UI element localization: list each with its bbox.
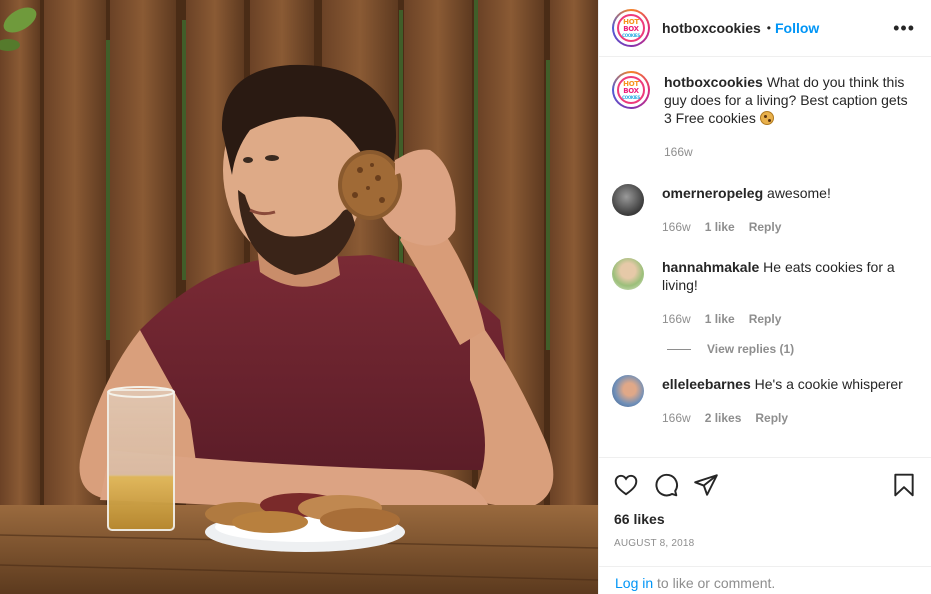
follow-button[interactable]: Follow bbox=[775, 20, 819, 36]
commenter-avatar[interactable] bbox=[612, 258, 644, 290]
view-replies-line bbox=[667, 348, 691, 350]
login-prompt-text: to like or comment. bbox=[653, 575, 776, 591]
caption: HOT BOX COOKIES hotboxcookies What do yo… bbox=[612, 71, 915, 161]
avatar-ring-inner: HOT BOX COOKIES bbox=[614, 73, 648, 107]
view-replies-label: View replies (1) bbox=[707, 342, 795, 356]
comment-meta: 166w 2 likes Reply bbox=[662, 409, 915, 427]
logo-text-box: BOX bbox=[623, 24, 639, 33]
login-link[interactable]: Log in bbox=[615, 575, 653, 591]
hotbox-logo: HOT BOX COOKIES bbox=[617, 14, 645, 42]
comment-item: omerneropeleg awesome! 166w 1 like Reply bbox=[612, 184, 915, 236]
separator-dot: • bbox=[766, 21, 771, 35]
comment-username[interactable]: elleleebarnes bbox=[662, 376, 751, 392]
comment-username[interactable]: hannahmakale bbox=[662, 259, 759, 275]
reply-button[interactable]: Reply bbox=[749, 218, 782, 236]
post-photo[interactable] bbox=[0, 0, 598, 594]
comments-list[interactable]: HOT BOX COOKIES hotboxcookies What do yo… bbox=[599, 57, 931, 455]
post-date[interactable]: AUGUST 8, 2018 bbox=[613, 538, 917, 549]
comment-meta: 166w 1 like Reply bbox=[662, 310, 915, 328]
hotbox-logo: HOT BOX COOKIES bbox=[617, 76, 645, 104]
comment-time[interactable]: 166w bbox=[662, 310, 691, 328]
post-username[interactable]: hotboxcookies bbox=[662, 20, 761, 36]
post-photo-illustration bbox=[0, 0, 598, 594]
comment-likes[interactable]: 1 like bbox=[705, 218, 735, 236]
logo-text-cookies: COOKIES bbox=[622, 94, 640, 100]
heart-icon[interactable] bbox=[613, 472, 639, 498]
logo-text-box: BOX bbox=[623, 86, 639, 95]
comment-likes[interactable]: 2 likes bbox=[705, 409, 742, 427]
post-header: HOT BOX COOKIES hotboxcookies • Follow •… bbox=[599, 0, 931, 57]
comment-likes[interactable]: 1 like bbox=[705, 310, 735, 328]
share-icon[interactable] bbox=[693, 472, 719, 498]
commenter-avatar[interactable] bbox=[612, 375, 644, 407]
post-actions: 66 likes AUGUST 8, 2018 bbox=[599, 457, 931, 549]
login-prompt: Log in to like or comment. bbox=[599, 566, 931, 591]
profile-avatar[interactable]: HOT BOX COOKIES bbox=[612, 9, 650, 47]
cookie-emoji-icon bbox=[759, 111, 774, 125]
comment-item: elleleebarnes He's a cookie whisperer 16… bbox=[612, 375, 915, 427]
caption-time[interactable]: 166w bbox=[664, 143, 693, 161]
comment-body: hannahmakale He eats cookies for a livin… bbox=[662, 258, 915, 328]
comment-icon[interactable] bbox=[653, 472, 679, 498]
comment-text: awesome! bbox=[767, 185, 831, 201]
view-replies-button[interactable]: View replies (1) bbox=[667, 342, 915, 356]
reply-button[interactable]: Reply bbox=[749, 310, 782, 328]
comment-time[interactable]: 166w bbox=[662, 218, 691, 236]
comment-text: He's a cookie whisperer bbox=[754, 376, 903, 392]
logo-text-cookies: COOKIES bbox=[622, 32, 640, 38]
caption-meta: 166w bbox=[664, 143, 915, 161]
action-icons bbox=[613, 472, 917, 498]
commenter-avatar[interactable] bbox=[612, 184, 644, 216]
post-side-panel: HOT BOX COOKIES hotboxcookies • Follow •… bbox=[598, 0, 931, 594]
avatar-ring-inner: HOT BOX COOKIES bbox=[614, 11, 648, 45]
more-options-icon[interactable]: ••• bbox=[893, 19, 915, 37]
comment-body: elleleebarnes He's a cookie whisperer 16… bbox=[662, 375, 915, 427]
caption-username[interactable]: hotboxcookies bbox=[664, 74, 763, 90]
bookmark-icon[interactable] bbox=[891, 472, 917, 498]
comment-item: hannahmakale He eats cookies for a livin… bbox=[612, 258, 915, 328]
caption-avatar[interactable]: HOT BOX COOKIES bbox=[612, 71, 650, 109]
comment-time[interactable]: 166w bbox=[662, 409, 691, 427]
likes-count[interactable]: 66 likes bbox=[613, 511, 917, 527]
comment-meta: 166w 1 like Reply bbox=[662, 218, 915, 236]
comment-body: omerneropeleg awesome! 166w 1 like Reply bbox=[662, 184, 915, 236]
instagram-post: HOT BOX COOKIES hotboxcookies • Follow •… bbox=[0, 0, 931, 594]
comment-username[interactable]: omerneropeleg bbox=[662, 185, 763, 201]
caption-body: hotboxcookies What do you think this guy… bbox=[664, 73, 915, 161]
reply-button[interactable]: Reply bbox=[755, 409, 788, 427]
